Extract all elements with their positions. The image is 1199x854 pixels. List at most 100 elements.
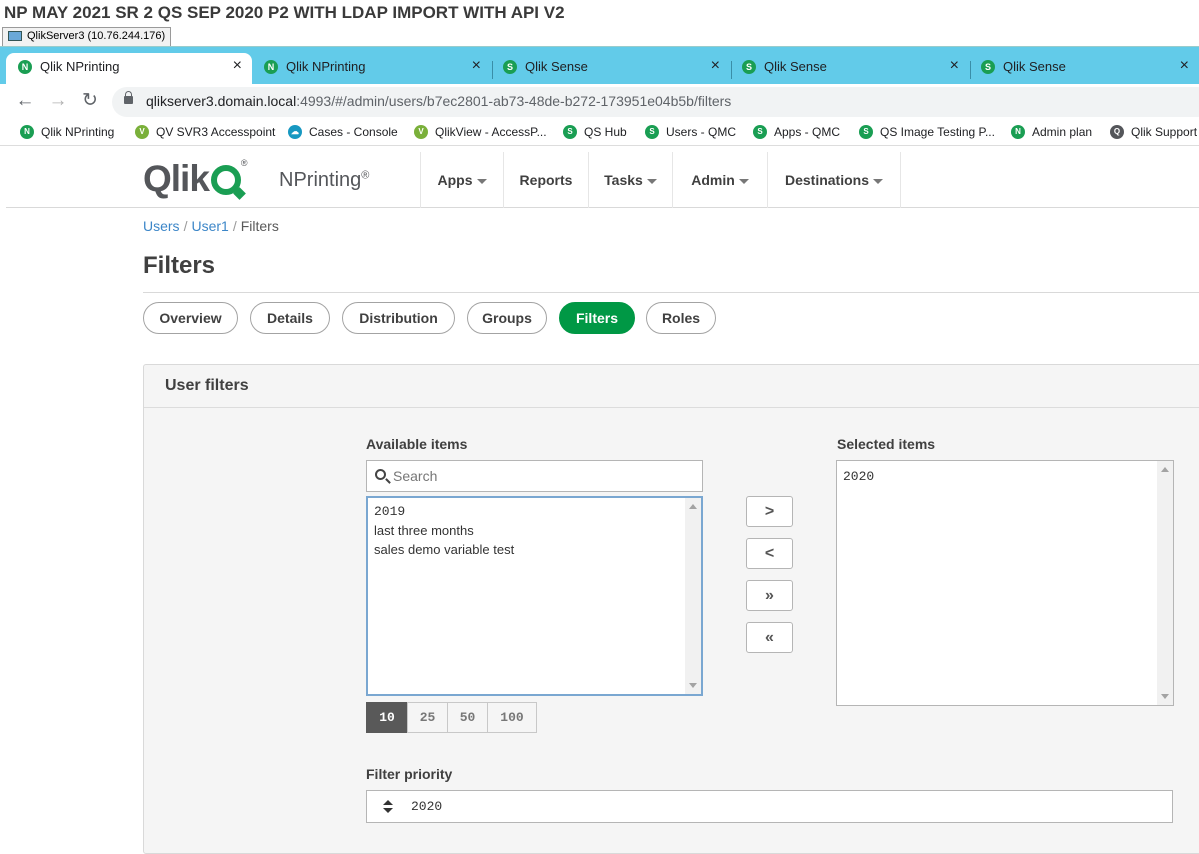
selected-items-label: Selected items (837, 436, 936, 452)
bookmark-cases-console[interactable]: ☁ Cases - Console (288, 125, 398, 139)
move-all-left-button[interactable]: « (746, 622, 793, 653)
address-row: ← → ↻ qlikserver3.domain.local:4993/#/ad… (0, 84, 1199, 120)
logo-registered-mark: ® (240, 158, 248, 168)
browser-tab-1[interactable]: N Qlik NPrinting × (6, 53, 252, 85)
filter-priority-label: Filter priority (366, 766, 453, 782)
scrollbar[interactable] (685, 498, 701, 694)
list-item[interactable]: last three months (368, 521, 701, 540)
title-divider (143, 292, 1199, 293)
bookmark-label: Apps - QMC (774, 125, 841, 139)
search-input[interactable]: Search (366, 460, 703, 492)
close-icon[interactable]: × (711, 57, 720, 75)
qlik-sense-icon: S (859, 125, 873, 139)
browser-tab-2[interactable]: N Qlik NPrinting × (252, 53, 493, 85)
qlik-logo-icon: Q (1110, 125, 1124, 139)
close-icon[interactable]: × (472, 57, 481, 75)
filter-priority-list[interactable]: 2020 (366, 790, 1173, 823)
url-path: :4993/#/admin/users/b7ec2801-ab73-48de-b… (296, 93, 732, 109)
scroll-up-icon[interactable] (689, 504, 697, 509)
page-size-25[interactable]: 25 (407, 702, 448, 733)
browser-tab-label: Qlik Sense (525, 59, 588, 74)
qlik-sense-icon: S (563, 125, 577, 139)
bookmark-qs-hub[interactable]: S QS Hub (563, 125, 627, 139)
bookmark-qlikview-accessp[interactable]: V QlikView - AccessP... (414, 125, 547, 139)
product-registered-mark: ® (361, 169, 370, 182)
close-icon[interactable]: × (950, 57, 959, 75)
tab-details[interactable]: Details (250, 302, 330, 334)
page-size-100[interactable]: 100 (487, 702, 537, 733)
bookmark-qlik-support[interactable]: Q Qlik Support (1110, 125, 1197, 139)
browser-tab-5[interactable]: S Qlik Sense × (969, 53, 1199, 85)
caret-down-icon (873, 178, 883, 184)
qlik-sense-icon: S (742, 60, 756, 74)
drag-sort-icon[interactable] (383, 800, 393, 814)
menu-destinations[interactable]: Destinations (767, 152, 901, 208)
close-icon[interactable]: × (1180, 57, 1189, 75)
monitor-icon (8, 31, 22, 41)
page-size-50[interactable]: 50 (447, 702, 488, 733)
tab-overview[interactable]: Overview (143, 302, 238, 334)
scroll-down-icon[interactable] (1161, 694, 1169, 699)
browser-tab-4[interactable]: S Qlik Sense × (730, 53, 971, 85)
bookmark-qlik-nprinting[interactable]: N Qlik NPrinting (20, 125, 114, 139)
list-item[interactable]: 2019 (368, 498, 701, 521)
tab-groups[interactable]: Groups (467, 302, 547, 334)
close-icon[interactable]: × (233, 57, 242, 75)
bookmarks-bar: N Qlik NPrinting V QV SVR3 Accesspoint ☁ Ca… (0, 120, 1199, 146)
reload-icon[interactable]: ↻ (79, 90, 101, 112)
list-item[interactable]: sales demo variable test (368, 540, 701, 559)
priority-item: 2020 (411, 799, 443, 814)
menu-label: Tasks (604, 172, 643, 188)
qlik-nprinting-icon: N (20, 125, 34, 139)
rdp-title: QlikServer3 (10.76.244.176) (27, 30, 166, 42)
page-title: Filters (143, 252, 216, 279)
list-item[interactable]: 2020 (837, 461, 1173, 486)
bookmark-qv-svr3[interactable]: V QV SVR3 Accesspoint (135, 125, 275, 139)
move-all-right-button[interactable]: » (746, 580, 793, 611)
menu-label: Reports (519, 172, 573, 188)
bookmark-label: Users - QMC (666, 125, 736, 139)
bookmark-qs-image-testing[interactable]: S QS Image Testing P... (859, 125, 995, 139)
forward-arrow-icon[interactable]: → (47, 90, 69, 112)
qlik-logo[interactable]: Qlik ® (143, 158, 248, 200)
back-arrow-icon[interactable]: ← (14, 90, 36, 112)
move-right-button[interactable]: > (746, 496, 793, 527)
bookmark-label: QS Image Testing P... (880, 125, 995, 139)
breadcrumb-current: Filters (240, 218, 279, 234)
browser-tab-3[interactable]: S Qlik Sense × (491, 53, 732, 85)
caret-down-icon (476, 178, 487, 184)
available-items-list[interactable]: 2019 last three months sales demo variab… (366, 496, 703, 696)
url-host: qlikserver3.domain.local (146, 93, 297, 109)
breadcrumb-separator: / (183, 218, 188, 234)
menu-reports[interactable]: Reports (503, 152, 588, 208)
browser-tab-label: Qlik Sense (764, 59, 827, 74)
scrollbar[interactable] (1157, 461, 1173, 705)
address-bar[interactable]: qlikserver3.domain.local:4993/#/admin/us… (112, 87, 1199, 117)
breadcrumb-users[interactable]: Users (143, 218, 180, 234)
move-left-button[interactable]: < (746, 538, 793, 569)
menu-admin[interactable]: Admin (672, 152, 767, 208)
breadcrumb: Users / User1/Filters (143, 218, 279, 234)
bookmark-admin-plan[interactable]: N Admin plan (1011, 125, 1092, 139)
rdp-connection-tab: QlikServer3 (10.76.244.176) (2, 27, 172, 46)
tab-filters[interactable]: Filters (559, 302, 635, 334)
bookmark-label: Qlik NPrinting (41, 125, 115, 139)
selected-items-list[interactable]: 2020 (836, 460, 1174, 706)
bookmark-users-qmc[interactable]: S Users - QMC (645, 125, 736, 139)
bookmark-apps-qmc[interactable]: S Apps - QMC (753, 125, 840, 139)
scroll-up-icon[interactable] (1161, 467, 1169, 472)
bookmark-label: QS Hub (584, 125, 627, 139)
bookmark-label: Cases - Console (309, 125, 398, 139)
tab-roles[interactable]: Roles (646, 302, 716, 334)
tab-distribution[interactable]: Distribution (342, 302, 455, 334)
app-header: Qlik ® NPrinting® Apps Reports Tasks Admi… (6, 152, 1199, 208)
page-size-10[interactable]: 10 (366, 702, 408, 733)
qlik-sense-icon: S (981, 60, 995, 74)
menu-apps[interactable]: Apps (420, 152, 503, 208)
scroll-down-icon[interactable] (689, 683, 697, 688)
qlik-nprinting-icon: N (1011, 125, 1025, 139)
menu-tasks[interactable]: Tasks (588, 152, 672, 208)
product-label: NPrinting (279, 169, 362, 191)
breadcrumb-user1[interactable]: User1 (191, 218, 228, 234)
qlik-sense-icon: S (645, 125, 659, 139)
